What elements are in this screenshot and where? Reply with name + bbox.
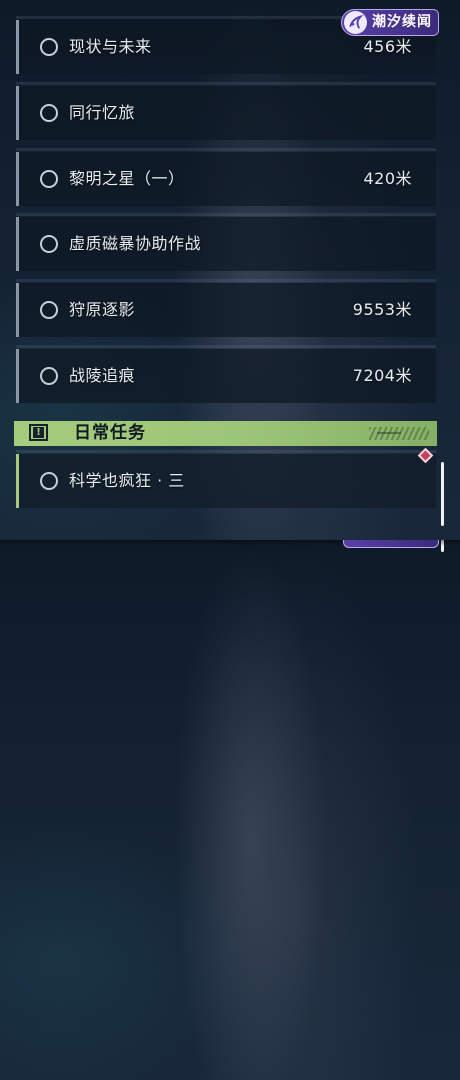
quest-status-circle-icon <box>40 367 58 385</box>
quest-panel-lower: 现状与未来 456米 同行忆旅 黎明之星（一） 420米 虚质磁暴协助作战 狩原… <box>0 540 460 1080</box>
quest-status-circle-icon <box>40 235 58 253</box>
daily-quest-item[interactable]: 科学也疯狂 · 三 <box>16 450 436 508</box>
scrollbar-thumb[interactable] <box>441 462 444 526</box>
quest-name: 战陵追痕 <box>69 366 136 385</box>
quest-status-circle-icon <box>40 301 58 319</box>
quest-status-circle-icon <box>40 38 58 56</box>
quest-distance: 420米 <box>363 169 412 188</box>
quest-item[interactable]: 同行忆旅 <box>16 82 436 140</box>
quest-panel-upper: 现状与未来 456米 同行忆旅 黎明之星（一） 420米 虚质磁暴协助作战 狩原… <box>0 0 460 540</box>
quest-item[interactable]: 虚质磁暴协助作战 <box>16 213 436 271</box>
logo-text: 潮汐续闻 <box>372 14 432 30</box>
quest-status-circle-icon <box>40 472 58 490</box>
quest-status-circle-icon <box>40 170 58 188</box>
header-stripes <box>369 427 429 440</box>
quest-item[interactable]: 狩原逐影 9553米 <box>16 279 436 337</box>
quest-name: 同行忆旅 <box>69 103 136 122</box>
logo-emblem-icon <box>344 11 367 34</box>
quest-item[interactable]: 战陵追痕 7204米 <box>16 345 436 403</box>
quest-distance: 9553米 <box>352 300 412 319</box>
quest-item[interactable]: 黎明之星（一） 420米 <box>16 148 436 206</box>
quest-status-circle-icon <box>40 104 58 122</box>
quest-name: 狩原逐影 <box>69 300 136 319</box>
section-title: 日常任务 <box>74 423 146 443</box>
quest-name: 现状与未来 <box>69 37 152 56</box>
game-logo-edge <box>343 540 439 548</box>
scrollbar-thumb[interactable] <box>441 540 444 552</box>
quest-name: 虚质磁暴协助作战 <box>69 234 202 253</box>
quest-name: 科学也疯狂 · 三 <box>69 471 185 490</box>
alert-icon: ! <box>29 424 48 441</box>
daily-quests-header[interactable]: ! 日常任务 <box>14 421 437 446</box>
quest-name: 黎明之星（一） <box>69 169 185 188</box>
quest-distance: 7204米 <box>352 366 412 385</box>
game-logo: 潮汐续闻 <box>341 9 439 36</box>
